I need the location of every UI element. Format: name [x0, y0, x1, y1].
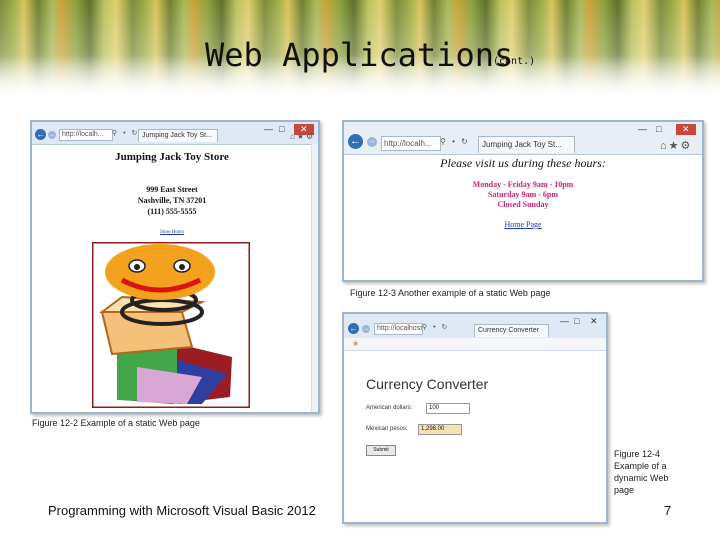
browser-window-toy-store: — □ ✕ ← → http://localh... ⚲ • ↻ Jumping…	[30, 120, 320, 414]
page-heading: Jumping Jack Toy Store	[115, 151, 229, 163]
back-icon[interactable]: ←	[348, 134, 363, 149]
store-hours-link[interactable]: Store Hours	[32, 230, 312, 235]
browser-toolbar: — □ ✕ ← → http://localhost:84 ⚲ • ↻ Curr…	[344, 314, 606, 339]
caption-line: dynamic Web	[614, 473, 669, 483]
address-bar[interactable]: http://localh...	[59, 129, 113, 141]
tab-toy-store[interactable]: Jumping Jack Toy St...	[138, 129, 218, 142]
city-address: Nashville, TN 37201	[137, 196, 207, 205]
maximize-icon[interactable]: □	[279, 124, 284, 134]
minimize-icon[interactable]: —	[560, 316, 569, 326]
maximize-icon[interactable]: □	[574, 316, 579, 326]
browser-toolbar: — □ ✕ ← → http://localh... ⚲ • ↻ Jumping…	[344, 122, 702, 155]
hours-weekday: Monday - Friday 9am - 10pm	[472, 180, 574, 189]
toy-clown-image	[90, 240, 252, 410]
browser-toolbar: — □ ✕ ← → http://localh... ⚲ • ↻ Jumping…	[32, 122, 318, 145]
minimize-icon[interactable]: —	[638, 124, 647, 134]
home-star-gear-icons[interactable]: ⌂★⚙	[660, 139, 692, 152]
back-icon[interactable]: ←	[35, 129, 46, 140]
figure-caption-12-4: Figure 12-4 Example of a dynamic Web pag…	[614, 448, 668, 496]
phone-number: (111) 555-5555	[147, 207, 197, 216]
caption-line: Example of a	[614, 461, 667, 471]
pesos-label: Mexican pesos:	[366, 426, 408, 432]
browser-window-store-hours: — □ ✕ ← → http://localh... ⚲ • ↻ Jumping…	[342, 120, 704, 282]
forward-icon[interactable]: →	[48, 131, 56, 139]
hours-sunday: Closed Sunday	[497, 200, 549, 209]
address-bar-icons: ⚲ • ↻	[422, 324, 450, 331]
tab-toy-store[interactable]: Jumping Jack Toy St...	[478, 136, 575, 153]
hours-heading: Please visit us during these hours:	[440, 156, 606, 170]
slide-title-suffix: (cont.)	[493, 56, 536, 67]
home-star-gear-icons[interactable]: ⌂★⚙	[290, 132, 315, 141]
favorites-bar: ★	[344, 338, 606, 351]
converter-heading: Currency Converter	[366, 376, 489, 392]
page-number: 7	[664, 503, 672, 518]
forward-icon[interactable]: →	[367, 137, 377, 147]
address-bar[interactable]: http://localh...	[381, 136, 441, 151]
scrollbar[interactable]	[311, 144, 318, 412]
street-address: 999 East Street	[146, 185, 198, 194]
figure-caption-12-2: Figure 12-2 Example of a static Web page	[32, 418, 200, 428]
forward-icon[interactable]: →	[362, 325, 370, 333]
figure-caption-12-3: Figure 12-3 Another example of a static …	[350, 288, 551, 298]
close-icon[interactable]: ✕	[676, 124, 696, 135]
slide-title: Web Applications	[205, 36, 514, 74]
caption-line: page	[614, 485, 635, 495]
caption-line: Figure 12-4	[614, 449, 661, 459]
dollars-label: American dollars:	[366, 405, 413, 411]
back-icon[interactable]: ←	[348, 323, 359, 334]
address-bar-icons: ⚲ • ↻	[112, 130, 140, 137]
slide-footer: Programming with Microsoft Visual Basic …	[48, 503, 316, 518]
tab-currency-converter[interactable]: Currency Converter	[474, 324, 549, 337]
address-bar-icons: ⚲ • ↻	[440, 137, 470, 146]
close-icon[interactable]: ✕	[590, 316, 598, 327]
submit-button[interactable]: Submit	[366, 445, 396, 456]
hours-saturday: Saturday 9am - 6pm	[487, 190, 558, 199]
pesos-output: 1,298.00	[418, 424, 462, 435]
browser-window-currency-converter: — □ ✕ ← → http://localhost:84 ⚲ • ↻ Curr…	[342, 312, 608, 524]
minimize-icon[interactable]: —	[264, 124, 273, 134]
home-page-link[interactable]: Home Page	[344, 220, 702, 229]
dollars-input[interactable]: 100	[426, 403, 470, 414]
maximize-icon[interactable]: □	[656, 124, 661, 134]
favorites-icon[interactable]: ★	[352, 339, 359, 348]
address-bar[interactable]: http://localhost:84	[374, 323, 423, 335]
